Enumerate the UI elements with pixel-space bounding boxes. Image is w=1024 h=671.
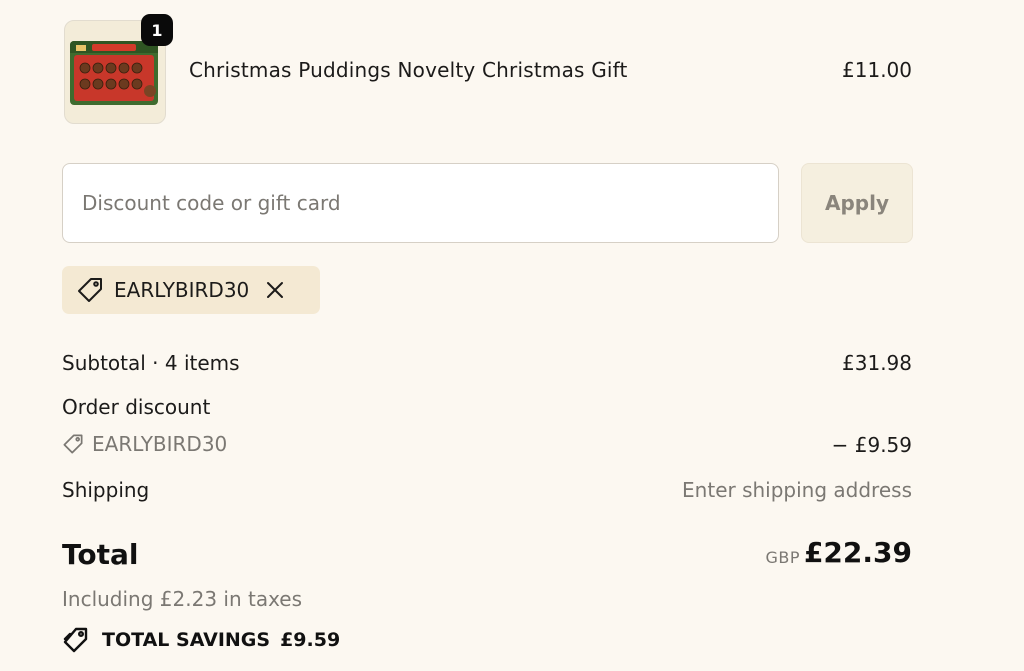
order-discount-label: Order discount [62, 395, 211, 419]
total-savings-amount: £9.59 [280, 629, 341, 651]
order-summary-panel: 1 Christmas Puddings Novelty Christmas G… [0, 0, 1024, 671]
shipping-value: Enter shipping address [682, 478, 912, 502]
order-discount-value: − £9.59 [831, 433, 912, 457]
remove-discount-icon[interactable] [263, 278, 287, 302]
tax-note: Including £2.23 in taxes [62, 587, 303, 611]
total-savings: TOTAL SAVINGS £9.59 [62, 626, 340, 654]
tag-icon [62, 433, 84, 455]
savings-tag-icon [62, 626, 90, 654]
order-discount-code: EARLYBIRD30 [62, 432, 227, 456]
tag-icon [76, 276, 104, 304]
quantity-badge: 1 [141, 14, 173, 46]
subtotal-value: £31.98 [842, 351, 912, 375]
product-price: £11.00 [842, 58, 912, 82]
total-label: Total [62, 538, 139, 571]
applied-discount-chip: EARLYBIRD30 [62, 266, 320, 314]
total-amount: £22.39 [803, 536, 912, 569]
applied-discount-code: EARLYBIRD30 [114, 278, 250, 302]
christmas-puddings-image [70, 41, 158, 105]
discount-code-input[interactable] [62, 163, 779, 243]
product-name: Christmas Puddings Novelty Christmas Gif… [189, 58, 628, 82]
total-savings-label: TOTAL SAVINGS [102, 629, 271, 651]
total-currency: GBP [765, 548, 800, 567]
order-discount-code-text: EARLYBIRD30 [92, 432, 228, 456]
apply-button[interactable]: Apply [801, 163, 913, 243]
subtotal-label: Subtotal · 4 items [62, 351, 240, 375]
shipping-label: Shipping [62, 478, 150, 502]
